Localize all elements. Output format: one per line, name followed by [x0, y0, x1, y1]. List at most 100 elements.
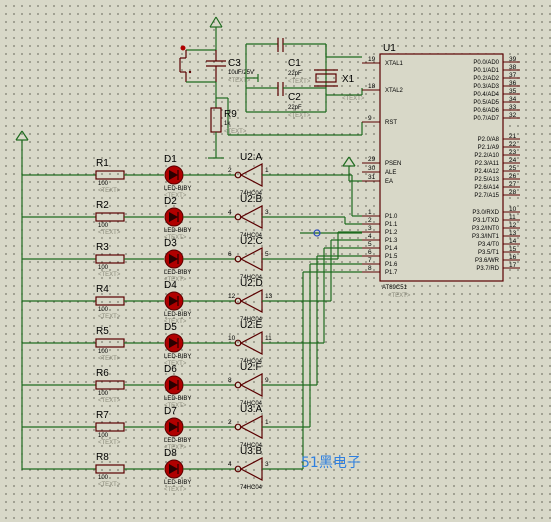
gate-ref: U2:A	[240, 152, 263, 163]
inverter-gate	[239, 415, 263, 439]
chip-right-pin-label: P3.3/INT1	[472, 234, 500, 240]
gate-out-pin: 1	[265, 167, 269, 174]
chip-left-pin-label: PSEN	[385, 161, 401, 167]
inverter-gate	[239, 373, 263, 397]
chip-right-pin-label: P3.5/T1	[478, 250, 500, 256]
chip-right-pin-number: 15	[509, 246, 517, 253]
gate-ref: U2:E	[240, 320, 263, 331]
chip-right-pin-label: P3.0/RXD	[472, 210, 499, 216]
gate-out-pin: 11	[265, 335, 272, 342]
resistor-body	[95, 296, 125, 306]
resistor-ref: R4	[96, 284, 109, 295]
led-value: LED-BIBY	[164, 228, 191, 234]
gate-in-pin: 12	[228, 293, 236, 300]
chip-left-pin-label: P1.1	[385, 222, 398, 228]
chip-right-pin-number: 13	[509, 230, 517, 237]
resistor-body	[95, 338, 125, 348]
chip-right-pin-number: 27	[509, 181, 517, 188]
chip-right-pin-label: P2.0/A8	[478, 137, 500, 143]
inverter-gate	[239, 163, 263, 187]
chip-right-pin-number: 23	[509, 149, 517, 156]
chip-right-pin-number: 25	[509, 165, 517, 172]
gate-ref: U3:B	[240, 446, 263, 457]
led-ref: D1	[164, 154, 177, 165]
chip-right-pin-label: P3.1/TXD	[473, 218, 500, 224]
chip-right-pin-label: P0.6/AD6	[473, 108, 499, 114]
chip-right-pin-number: 11	[509, 214, 516, 221]
resistor-text: <TEXT>	[98, 188, 121, 194]
chip-left-pin-label: XTAL1	[385, 61, 404, 67]
chip-right-pin-number: 39	[509, 56, 517, 63]
chip-right-pin-label: P0.5/AD5	[473, 100, 499, 106]
resistor-ref: R7	[96, 410, 109, 421]
gate-in-pin: 2	[228, 167, 232, 174]
inverter-gate	[239, 457, 263, 481]
chip-right-pin-number: 37	[509, 72, 517, 79]
resistor-body	[95, 254, 125, 264]
resistor-value: 100	[98, 349, 109, 355]
chip-left-pin-label: RST	[385, 120, 397, 126]
chip-right-pin-label: P0.1/AD1	[473, 68, 499, 74]
resistor-value: 100	[98, 181, 109, 187]
chip-text: <TEXT>	[388, 293, 411, 299]
chip-right-pin-number: 22	[509, 141, 517, 148]
chip-ref: U1	[383, 43, 396, 54]
c2-ref: C2	[288, 92, 301, 103]
chip-right-pin-number: 10	[509, 206, 517, 213]
chip-right-pin-number: 14	[509, 238, 517, 245]
gate-out-pin: 9	[265, 377, 269, 384]
chip-right-pin-number: 16	[509, 254, 517, 261]
resistor-body	[95, 380, 125, 390]
gate-in-pin: 6	[228, 251, 232, 258]
inverter-gate	[239, 289, 263, 313]
resistor-text: <TEXT>	[98, 440, 121, 446]
resistor-body	[95, 212, 125, 222]
c2-text: <TEXT>	[288, 113, 311, 119]
schematic-canvas: C3 10uF/25V <TEXT> R9 1k <TEXT> C1 22pF …	[15, 16, 520, 493]
resistor-ref: R3	[96, 242, 109, 253]
chip-right-pin-number: 28	[509, 189, 517, 196]
chip-left-pin-label: P1.4	[385, 246, 398, 252]
chip-right-pin-number: 34	[509, 96, 517, 103]
resistor-text: <TEXT>	[98, 314, 121, 320]
gate-in-pin: 4	[228, 209, 232, 216]
gate-ref: U2:F	[240, 362, 262, 373]
led-value: LED-BIBY	[164, 186, 191, 192]
chip-left-pin-number: 18	[368, 83, 376, 90]
resistor-text: <TEXT>	[98, 230, 121, 236]
resistor-value: 100	[98, 391, 109, 397]
chip-right-pin-number: 12	[509, 222, 517, 229]
resistor-value: 100	[98, 265, 109, 271]
chip-left-pin-label: P1.6	[385, 262, 398, 268]
gate-in-pin: 2	[228, 419, 232, 426]
gate-value: 74HC04	[240, 485, 263, 491]
chip-left-pin-number: 8	[368, 265, 372, 272]
chip-right-pin-label: P0.0/AD0	[473, 60, 499, 66]
gate-in-pin: 10	[228, 335, 236, 342]
chip-left-pin-label: ALE	[385, 170, 396, 176]
gate-in-pin: 4	[228, 461, 232, 468]
resistor-body	[95, 464, 125, 474]
chip-right-pin-label: P2.2/A10	[474, 153, 499, 159]
c3-ref: C3	[228, 58, 241, 69]
gate-ref: U2:C	[240, 236, 263, 247]
inverter-gate	[239, 205, 263, 229]
chip-left-pin-number: 6	[368, 249, 372, 256]
resistor-ref: R6	[96, 368, 109, 379]
gate-out-pin: 1	[265, 419, 269, 426]
chip-right-pin-number: 35	[509, 88, 517, 95]
chip-right-pin-label: P2.1/A9	[478, 145, 500, 151]
chip-right-pin-label: P2.6/A14	[474, 185, 499, 191]
resistor-ref: R1	[96, 158, 109, 169]
resistor-value: 100	[98, 433, 109, 439]
resistor-text: <TEXT>	[98, 398, 121, 404]
c3-value: 10uF/25V	[228, 70, 254, 76]
gate-out-pin: 5	[265, 251, 269, 258]
chip-left-pin-label: XTAL2	[385, 88, 404, 94]
resistor-value: 100	[98, 223, 109, 229]
resistor-value: 100	[98, 307, 109, 313]
c2-value: 22pF	[288, 105, 302, 111]
chip-right-pin-label: P0.7/AD7	[473, 116, 499, 122]
chip-left-pin-number: 1	[368, 209, 372, 216]
r9-value: 1k	[224, 121, 231, 127]
